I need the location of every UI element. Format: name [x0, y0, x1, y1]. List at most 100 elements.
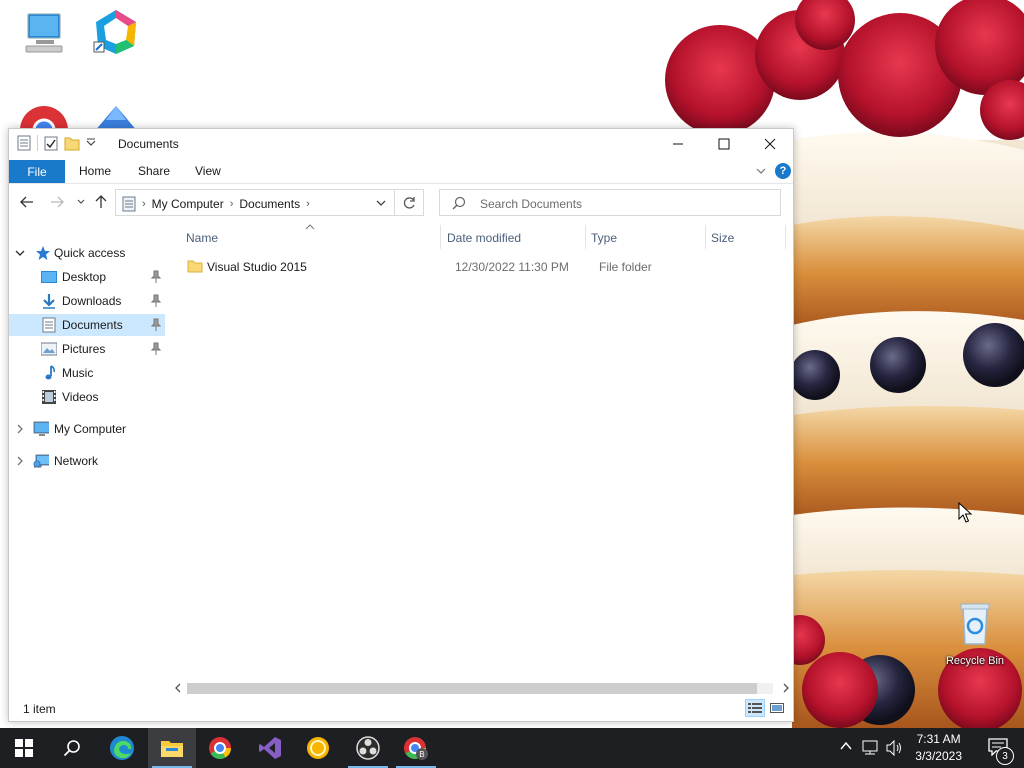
sidebar-item-desktop[interactable]: Desktop	[9, 266, 165, 288]
tab-home[interactable]: Home	[79, 164, 111, 178]
tab-share[interactable]: Share	[138, 164, 170, 178]
tab-file[interactable]: File	[9, 160, 65, 183]
taskbar-visual-studio-button[interactable]	[246, 728, 294, 768]
scrollbar-thumb[interactable]	[187, 683, 757, 694]
back-button[interactable]	[19, 194, 35, 210]
recent-locations-button[interactable]	[73, 194, 89, 210]
chrome-icon	[209, 737, 231, 759]
address-history-dropdown-icon[interactable]	[375, 197, 387, 209]
sidebar-item-downloads[interactable]: Downloads	[9, 290, 165, 312]
column-divider[interactable]	[785, 225, 786, 249]
up-button[interactable]	[93, 194, 109, 210]
taskbar-chrome-profile-button[interactable]: B	[392, 728, 440, 768]
taskbar-app-button[interactable]	[294, 728, 342, 768]
pin-icon[interactable]	[150, 318, 162, 332]
taskbar-file-explorer-button[interactable]	[148, 728, 196, 768]
obs-icon	[356, 736, 380, 760]
notification-count-badge: 3	[996, 747, 1014, 765]
recycle-bin-desktop-icon[interactable]: Recycle Bin	[942, 600, 1008, 667]
large-icons-view-icon	[770, 703, 784, 713]
breadcrumb-chevron-icon[interactable]: ›	[142, 198, 146, 210]
minimize-button[interactable]	[655, 129, 701, 159]
windows-logo-icon	[15, 739, 33, 757]
file-row[interactable]: Visual Studio 2015 12/30/2022 11:30 PM F…	[185, 257, 785, 277]
sidebar-item-label: Documents	[62, 318, 123, 332]
network-status-icon[interactable]	[862, 740, 880, 756]
scroll-right-icon[interactable]	[781, 682, 791, 694]
quick-access-toolbar	[17, 135, 96, 151]
pin-icon[interactable]	[150, 342, 162, 356]
breadcrumb-chevron-icon[interactable]: ›	[230, 198, 234, 210]
desktop-folder-icon	[41, 271, 57, 283]
breadcrumb-chevron-icon[interactable]: ›	[306, 198, 310, 210]
search-icon	[63, 740, 80, 757]
clock[interactable]: 7:31 AM 3/3/2023	[915, 731, 962, 765]
breadcrumb: › My Computer › Documents ›	[122, 196, 310, 212]
music-icon	[45, 365, 55, 380]
column-divider[interactable]	[440, 225, 441, 249]
column-divider[interactable]	[585, 225, 586, 249]
search-icon	[452, 196, 466, 210]
close-button[interactable]	[747, 129, 793, 159]
search-taskbar-button[interactable]	[48, 728, 96, 768]
sidebar-item-label: Music	[62, 366, 94, 380]
show-hidden-icons-chevron-icon[interactable]	[840, 740, 852, 752]
search-input[interactable]	[478, 194, 772, 213]
breadcrumb-documents[interactable]: Documents	[239, 197, 300, 211]
column-header-size[interactable]: Size	[711, 231, 734, 251]
file-explorer-window: Documents File Home Share View ? › My Co…	[8, 128, 794, 722]
horizontal-scrollbar[interactable]	[169, 680, 793, 697]
qat-dropdown-icon[interactable]	[86, 138, 96, 148]
forward-button[interactable]	[49, 194, 65, 210]
yellow-app-icon	[307, 737, 329, 759]
chevron-right-icon[interactable]	[14, 423, 26, 435]
sidebar-item-label: My Computer	[54, 422, 127, 436]
taskbar-chrome-button[interactable]	[196, 728, 244, 768]
sidebar-item-music[interactable]: Music	[9, 362, 165, 384]
scroll-left-icon[interactable]	[173, 682, 183, 694]
pin-icon[interactable]	[150, 270, 162, 284]
sidebar-item-label: Videos	[62, 390, 99, 404]
chevron-down-icon[interactable]	[14, 247, 26, 259]
volume-icon[interactable]	[886, 740, 904, 756]
sidebar-item-pictures[interactable]: Pictures	[9, 338, 165, 360]
taskbar: B 7:31 AM 3/3/2023 3	[0, 728, 1024, 768]
column-header-date-modified[interactable]: Date modified	[447, 231, 521, 251]
pin-icon[interactable]	[150, 294, 162, 308]
new-folder-icon[interactable]	[64, 135, 80, 151]
tab-view[interactable]: View	[195, 164, 221, 178]
taskbar-obs-button[interactable]	[344, 728, 392, 768]
system-tray: 7:31 AM 3/3/2023 3	[824, 728, 1024, 768]
navigation-pane: Quick access Desktop Downloads Documents…	[9, 234, 169, 614]
column-header-type[interactable]: Type	[591, 231, 617, 251]
file-type: File folder	[599, 260, 652, 274]
search-box[interactable]	[439, 189, 781, 216]
sidebar-item-label: Pictures	[62, 342, 106, 356]
sidebar-item-my-computer[interactable]: My Computer	[9, 418, 165, 440]
column-divider[interactable]	[705, 225, 706, 249]
address-bar[interactable]: › My Computer › Documents ›	[115, 189, 424, 216]
sidebar-item-network[interactable]: Network	[9, 450, 165, 472]
sidebar-item-quick-access[interactable]: Quick access	[9, 242, 165, 264]
sidebar-item-documents[interactable]: Documents	[9, 314, 165, 336]
document-properties-icon[interactable]	[17, 135, 31, 151]
title-bar[interactable]: Documents	[9, 129, 793, 160]
details-view-button[interactable]	[745, 699, 765, 717]
maximize-button[interactable]	[701, 129, 747, 159]
sidebar-item-videos[interactable]: Videos	[9, 386, 165, 408]
recycle-bin-icon	[960, 603, 990, 645]
refresh-button[interactable]	[394, 190, 423, 215]
file-list: Name Date modified Type Size Visual Stud…	[169, 223, 793, 683]
this-pc-desktop-icon[interactable]	[12, 8, 76, 59]
breadcrumb-my-computer[interactable]: My Computer	[152, 197, 224, 211]
expand-ribbon-icon[interactable]	[755, 165, 767, 177]
edge-icon	[110, 736, 134, 760]
app-shortcut-desktop-icon[interactable]	[84, 6, 148, 59]
taskbar-edge-button[interactable]	[98, 728, 146, 768]
column-header-name[interactable]: Name	[186, 231, 218, 251]
properties-check-icon[interactable]	[44, 135, 58, 151]
help-button[interactable]: ?	[775, 163, 791, 179]
chevron-right-icon[interactable]	[14, 455, 26, 467]
start-button[interactable]	[0, 728, 48, 768]
large-icons-view-button[interactable]	[767, 699, 787, 717]
